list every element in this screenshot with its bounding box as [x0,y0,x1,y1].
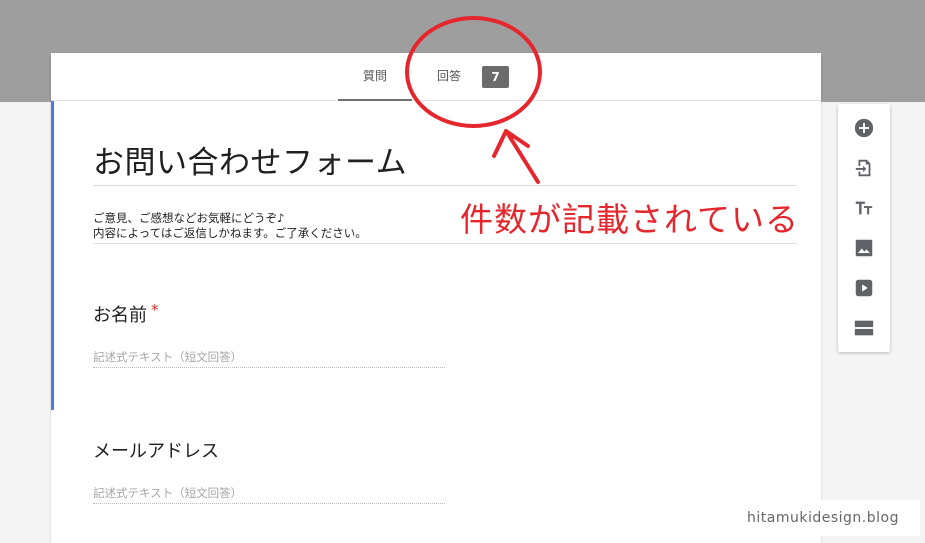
question-title-email[interactable]: メールアドレス [93,437,219,463]
annotation-circle [405,16,542,128]
annotation-arrow-icon [492,129,540,184]
add-video-icon[interactable] [852,276,876,300]
watermark: hitamukidesign.blog [726,500,920,536]
add-title-icon[interactable] [852,196,876,220]
required-asterisk: * [151,301,159,319]
add-image-icon[interactable] [852,236,876,260]
annotation-text: 件数が記載されている [460,200,800,239]
question-title-name[interactable]: お名前 * [93,301,159,327]
title-underline [93,185,797,186]
short-answer-field: 記述式テキスト（短文回答） [93,486,445,504]
short-answer-field: 記述式テキスト（短文回答） [93,350,445,368]
description-underline [93,243,797,244]
question-label: お名前 [93,305,147,326]
form-description[interactable]: ご意見、ご感想などお気軽にどうぞ♪ 内容によってはご返信しかねます。ご了承くださ… [93,211,367,241]
form-toolbar [838,104,890,352]
form-card: 質問 回答 7 お問い合わせフォーム ご意見、ご感想などお気軽にどうぞ♪ 内容に… [51,53,821,543]
tab-questions[interactable]: 質問 [338,53,412,101]
add-section-icon[interactable] [852,316,876,340]
add-question-icon[interactable] [852,116,876,140]
form-title[interactable]: お問い合わせフォーム [93,137,407,182]
import-questions-icon[interactable] [852,156,876,180]
active-section-indicator [51,101,54,410]
